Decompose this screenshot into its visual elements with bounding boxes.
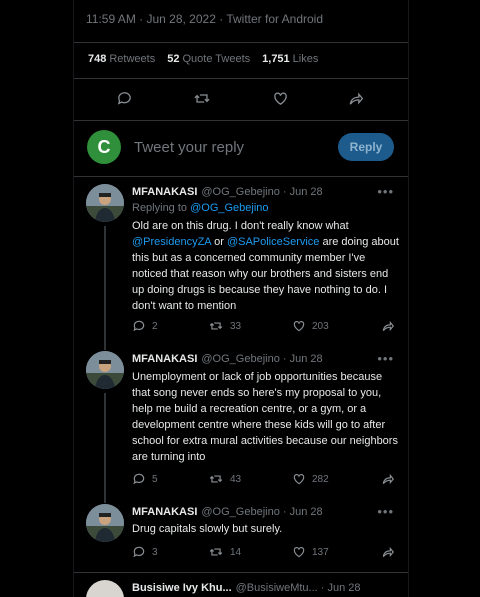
author-handle-date[interactable]: @BusisiweMtu... · Jun 28 xyxy=(236,582,361,594)
share-icon[interactable] xyxy=(380,545,396,559)
author-name[interactable]: Busisiwe Ivy Khu... xyxy=(132,582,232,594)
like-count: 203 xyxy=(312,320,329,332)
retweet-count: 43 xyxy=(230,473,242,485)
tweet-text: Old are on this drug. I don't really kno… xyxy=(132,220,399,312)
avatar[interactable] xyxy=(86,580,124,597)
like-icon[interactable] xyxy=(268,86,292,110)
tweet-text: Unemployment or lack of job opportunitie… xyxy=(132,371,398,463)
share-icon[interactable] xyxy=(344,86,368,110)
tweet-action-bar xyxy=(74,86,408,114)
author-handle-date[interactable]: @OG_Gebejino · Jun 28 xyxy=(201,186,322,198)
likes-stat[interactable]: 1,751 Likes xyxy=(262,53,318,65)
retweet-icon[interactable] xyxy=(208,319,224,333)
reply-tweet[interactable]: MFANAKASI @OG_Gebejino · Jun 28 ••• Drug … xyxy=(74,498,408,570)
thread-line xyxy=(104,393,106,503)
reply-composer: C Tweet your reply Reply xyxy=(74,122,408,172)
like-icon[interactable] xyxy=(292,545,306,559)
avatar[interactable] xyxy=(86,504,124,542)
retweet-icon[interactable] xyxy=(208,545,224,559)
share-icon[interactable] xyxy=(380,319,396,333)
author-handle-date[interactable]: @OG_Gebejino · Jun 28 xyxy=(201,353,322,365)
mention-link[interactable]: @PresidencyZA xyxy=(132,236,211,248)
tweet-action-bar: 2 33 203 xyxy=(132,319,402,337)
tweet-timestamp: 11:59 AM · Jun 28, 2022 · Twitter for An… xyxy=(86,12,324,26)
tweet-action-bar: 3 14 137 xyxy=(132,545,402,563)
reply-icon[interactable] xyxy=(132,472,146,486)
more-options-icon[interactable]: ••• xyxy=(377,504,394,519)
reply-tweet[interactable]: MFANAKASI @OG_Gebejino · Jun 28 ••• Reply… xyxy=(74,176,408,350)
tweet-detail-column: 11:59 AM · Jun 28, 2022 · Twitter for An… xyxy=(73,0,409,597)
engagement-stats: 748 Retweets 52 Quote Tweets 1,751 Likes xyxy=(88,53,318,65)
author-handle-date[interactable]: @OG_Gebejino · Jun 28 xyxy=(201,506,322,518)
divider xyxy=(74,120,408,121)
like-icon[interactable] xyxy=(292,472,306,486)
retweet-count: 14 xyxy=(230,546,242,558)
replying-to: Replying to @OG_Gebejino xyxy=(132,202,269,214)
tweet-action-bar: 5 43 282 xyxy=(132,472,402,490)
author-name[interactable]: MFANAKASI xyxy=(132,506,197,518)
reply-icon[interactable] xyxy=(132,319,146,333)
like-icon[interactable] xyxy=(292,319,306,333)
reply-tweet[interactable]: Busisiwe Ivy Khu... @BusisiweMtu... · Jun… xyxy=(74,572,408,597)
more-options-icon[interactable]: ••• xyxy=(377,184,394,199)
avatar[interactable] xyxy=(86,184,124,222)
divider xyxy=(74,78,408,79)
retweet-icon[interactable] xyxy=(190,86,214,110)
reply-button[interactable]: Reply xyxy=(338,133,394,161)
avatar[interactable] xyxy=(86,351,124,389)
avatar: C xyxy=(87,130,121,164)
tweet-text: Drug capitals slowly but surely. xyxy=(132,523,283,535)
reply-input[interactable]: Tweet your reply xyxy=(134,139,244,156)
reply-count: 5 xyxy=(152,473,158,485)
reply-count: 2 xyxy=(152,320,158,332)
author-name[interactable]: MFANAKASI xyxy=(132,186,197,198)
reply-count: 3 xyxy=(152,546,158,558)
reply-icon[interactable] xyxy=(112,86,136,110)
like-count: 137 xyxy=(312,546,329,558)
share-icon[interactable] xyxy=(380,472,396,486)
thread-line xyxy=(104,226,106,350)
reply-icon[interactable] xyxy=(132,545,146,559)
more-options-icon[interactable]: ••• xyxy=(377,351,394,366)
like-count: 282 xyxy=(312,473,329,485)
mention-link[interactable]: @SAPoliceService xyxy=(227,236,319,248)
reply-tweet[interactable]: MFANAKASI @OG_Gebejino · Jun 28 ••• Unemp… xyxy=(74,346,408,503)
mention-link[interactable]: @OG_Gebejino xyxy=(190,202,268,214)
author-name[interactable]: MFANAKASI xyxy=(132,353,197,365)
retweets-stat[interactable]: 748 Retweets xyxy=(88,53,155,65)
retweet-count: 33 xyxy=(230,320,242,332)
divider xyxy=(74,42,408,43)
retweet-icon[interactable] xyxy=(208,472,224,486)
quote-tweets-stat[interactable]: 52 Quote Tweets xyxy=(167,53,250,65)
